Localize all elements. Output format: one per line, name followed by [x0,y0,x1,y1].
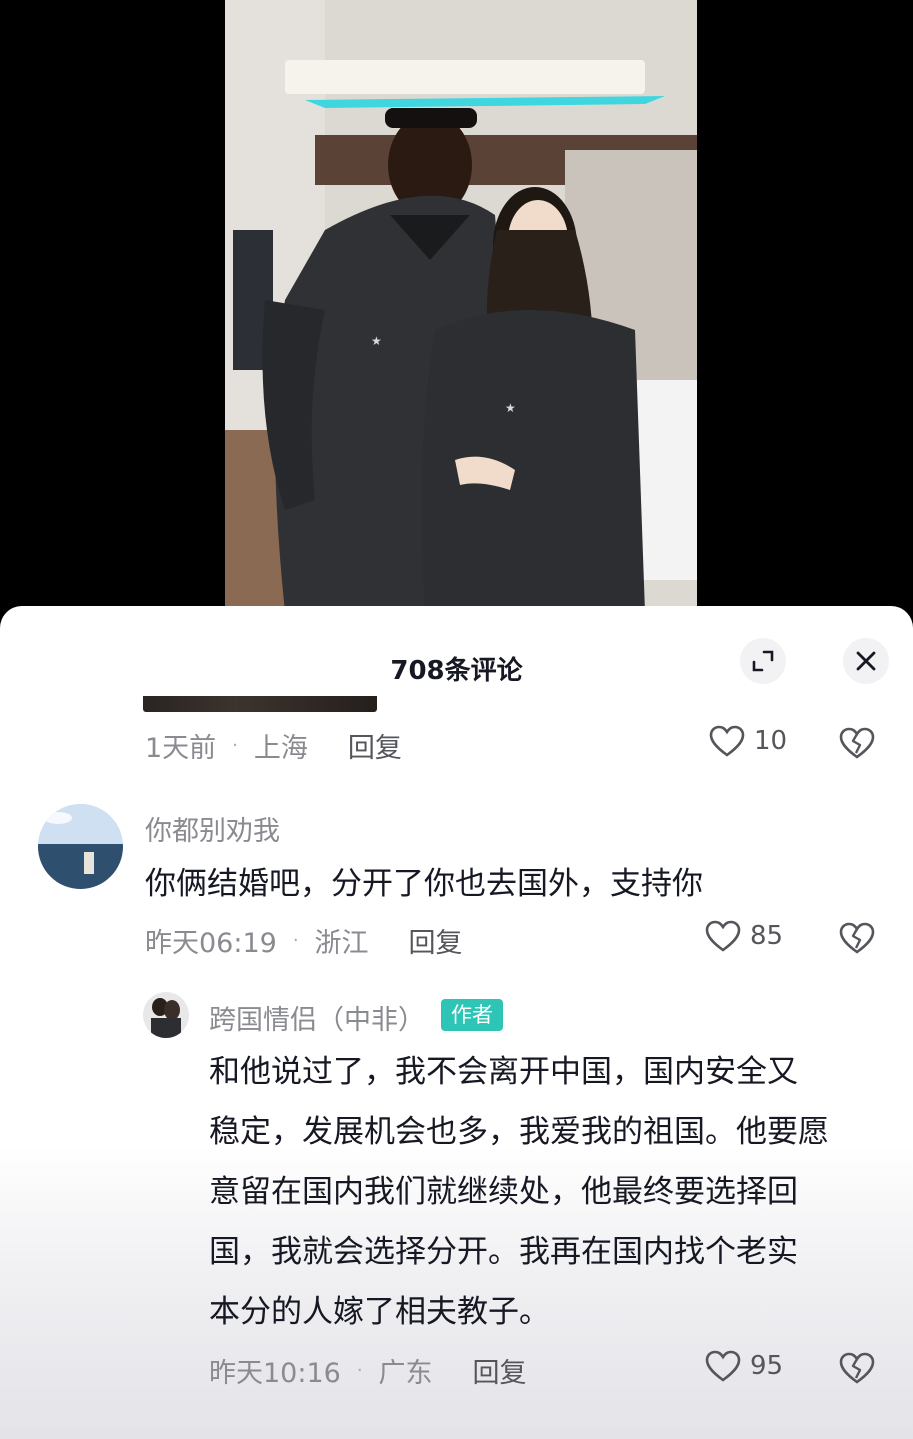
video-frame-image: ★ ★ [225,0,697,612]
comment-text-line: 和他说过了，我不会离开中国，国内安全又 [209,1054,798,1090]
comment-time: 昨天06:19 [145,928,277,959]
comment-time: 昨天10:16 [209,1358,341,1389]
comment-text: 你俩结婚吧，分开了你也去国外，支持你 [145,866,703,902]
reply-button[interactable]: 回复 [409,921,463,960]
comment-text-line: 国，我就会选择分开。我再在国内找个老实 [209,1234,798,1270]
video-player[interactable]: ★ ★ [0,0,913,612]
comment-text-line: 意留在国内我们就继续处，他最终要选择回 [209,1174,798,1210]
avatar-image [38,804,123,889]
heart-outline-icon [705,920,741,952]
broken-heart-icon [839,922,875,954]
meta-separator: · [356,1360,363,1381]
avatar-image [143,992,189,1038]
comment-sheet: 708条评论 1天前 · 上海 回复 10 你都别劝我 你俩结婚吧，分开了你也去… [0,606,913,1439]
like-button[interactable]: 85 [704,919,783,953]
broken-heart-icon [839,727,875,759]
comment-meta: 昨天10:16 · 广东 回复 [209,1351,527,1390]
svg-text:★: ★ [371,334,382,348]
author-badge: 作者 [441,999,503,1031]
comment-username[interactable]: 你都别劝我 [145,809,280,848]
broken-heart-icon [839,1352,875,1384]
video-frame[interactable]: ★ ★ [225,0,697,612]
comment-text-line: 本分的人嫁了相夫教子。 [209,1294,550,1330]
comment-meta: 1天前 · 上海 回复 [145,726,402,765]
like-button[interactable]: 95 [704,1349,783,1383]
comment-location: 浙江 [314,928,369,959]
expand-button[interactable] [740,638,786,684]
comment-image-thumbnail[interactable] [143,696,377,712]
comment-location: 上海 [253,733,308,764]
comment-meta: 昨天06:19 · 浙江 回复 [145,921,463,960]
like-count: 95 [750,1351,784,1381]
expand-icon [752,650,774,672]
comment-time: 1天前 [145,733,217,764]
avatar[interactable] [38,804,123,889]
comment-text: 和他说过了，我不会离开中国，国内安全又 稳定，发展机会也多，我爱我的祖国。他要愿… [209,1042,829,1342]
dislike-button[interactable] [838,726,876,764]
svg-text:★: ★ [505,401,516,415]
meta-separator: · [292,930,299,951]
avatar[interactable] [143,992,189,1038]
like-button[interactable]: 10 [708,724,787,758]
dislike-button[interactable] [838,1351,876,1389]
meta-separator: · [232,735,238,756]
like-count: 85 [750,921,784,951]
comment-text-line: 稳定，发展机会也多，我爱我的祖国。他要愿 [209,1114,829,1150]
comment-location: 广东 [378,1358,433,1389]
heart-outline-icon [709,725,745,757]
like-count: 10 [754,726,788,756]
dislike-button[interactable] [838,921,876,959]
comment-username[interactable]: 跨国情侣（中非） [209,998,425,1037]
close-button[interactable] [843,638,889,684]
close-icon [856,651,876,671]
heart-outline-icon [705,1350,741,1382]
reply-button[interactable]: 回复 [348,726,402,765]
reply-button[interactable]: 回复 [473,1351,527,1390]
